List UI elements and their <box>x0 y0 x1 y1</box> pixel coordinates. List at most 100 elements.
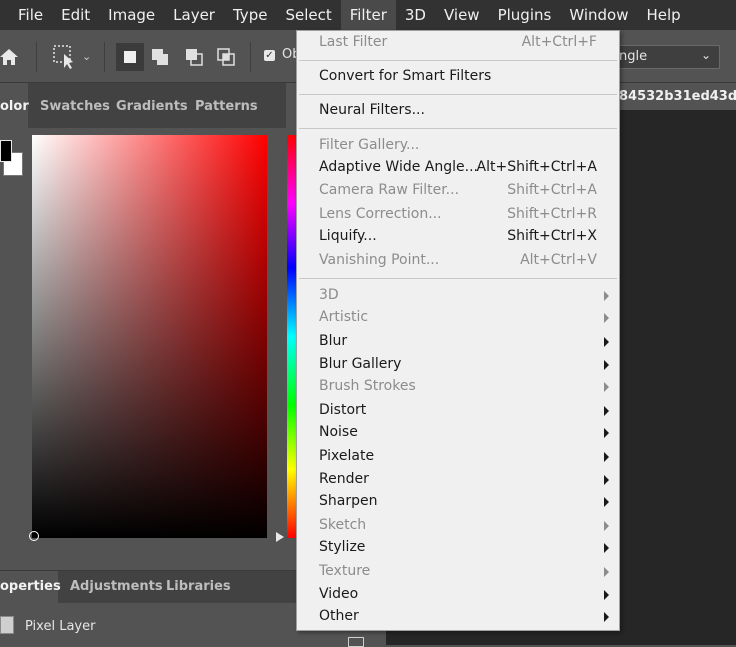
tab-properties-label: operties <box>0 579 61 594</box>
menu-edit[interactable]: Edit <box>52 0 99 30</box>
menu-item-liquify[interactable]: Liquify... Shift+Ctrl+X <box>297 226 619 248</box>
menu-window[interactable]: Window <box>560 0 637 30</box>
tab-libraries[interactable]: Libraries <box>166 571 231 604</box>
subtract-from-selection-button[interactable] <box>180 43 208 71</box>
submenu-arrow-icon <box>604 382 609 392</box>
tab-swatches-label: Swatches <box>40 99 110 114</box>
tab-patterns[interactable]: Patterns <box>195 83 258 128</box>
menu-plugins[interactable]: Plugins <box>489 0 561 30</box>
menu-item-label: 3D <box>319 287 339 303</box>
divider <box>36 42 37 72</box>
menu-item-last-filter: Last Filter Alt+Ctrl+F <box>297 32 619 54</box>
tab-color[interactable]: olor <box>0 83 29 128</box>
chevron-down-icon: ⌄ <box>700 48 711 62</box>
tab-patterns-label: Patterns <box>195 99 258 114</box>
menu-item-lens-correction: Lens Correction... Shift+Ctrl+R <box>297 204 619 226</box>
rectangular-marquee-icon[interactable] <box>52 44 78 70</box>
menu-item-neural-filters[interactable]: Neural Filters... <box>297 100 619 122</box>
tab-gradients[interactable]: Gradients <box>116 83 188 128</box>
menu-item-label: Neural Filters... <box>319 102 425 118</box>
menu-item-label: Pixelate <box>319 448 375 464</box>
divider <box>250 42 251 72</box>
tab-libraries-label: Libraries <box>166 579 231 594</box>
color-picker-field[interactable] <box>32 135 267 538</box>
menu-layer[interactable]: Layer <box>164 0 224 30</box>
color-panel <box>0 128 297 570</box>
menu-item-sketch: Sketch <box>297 515 619 537</box>
color-picker-handle[interactable] <box>29 531 39 541</box>
canvas-area[interactable] <box>619 110 736 645</box>
menu-item-noise[interactable]: Noise <box>297 422 619 444</box>
menu-3d[interactable]: 3D <box>396 0 435 30</box>
menu-item-label: Brush Strokes <box>319 378 416 394</box>
menu-item-label: Other <box>319 608 359 624</box>
layer-type-label: Pixel Layer <box>25 619 96 634</box>
menu-type[interactable]: Type <box>224 0 276 30</box>
menu-item-label: Lens Correction... <box>319 206 442 222</box>
menu-item-label: Video <box>319 586 359 602</box>
menu-item-label: Filter Gallery... <box>319 137 420 153</box>
menu-item-vanishing-point: Vanishing Point... Alt+Ctrl+V <box>297 250 619 272</box>
tab-properties[interactable]: operties <box>0 571 61 604</box>
menu-item-shortcut: Alt+Shift+Ctrl+A <box>476 159 597 175</box>
add-to-selection-icon <box>152 49 168 65</box>
document-tab[interactable]: 84532b31ed43d34 <box>619 83 736 110</box>
object-checkbox[interactable]: ✓ <box>264 50 275 61</box>
menu-help[interactable]: Help <box>637 0 689 30</box>
menu-item-shortcut: Shift+Ctrl+R <box>507 206 597 222</box>
menu-item-camera-raw-filter: Camera Raw Filter... Shift+Ctrl+A <box>297 180 619 202</box>
menu-item-label: Vanishing Point... <box>319 252 440 268</box>
menu-item-texture: Texture <box>297 561 619 583</box>
menu-item-label: Render <box>319 471 369 487</box>
menu-item-pixelate[interactable]: Pixelate <box>297 446 619 468</box>
submenu-arrow-icon <box>604 543 609 553</box>
tab-swatches[interactable]: Swatches <box>40 83 110 128</box>
menu-item-blur[interactable]: Blur <box>297 331 619 353</box>
subtract-selection-icon <box>186 49 203 66</box>
menu-select[interactable]: Select <box>276 0 340 30</box>
submenu-arrow-icon <box>604 360 609 370</box>
foreground-color-swatch[interactable] <box>0 140 12 162</box>
submenu-arrow-icon <box>604 567 609 577</box>
hue-slider-handle[interactable] <box>276 532 284 542</box>
add-to-selection-button[interactable] <box>146 43 174 71</box>
menu-separator <box>299 128 617 129</box>
tab-gradients-label: Gradients <box>116 99 188 114</box>
menu-item-sharpen[interactable]: Sharpen <box>297 491 619 513</box>
tab-color-label: olor <box>0 99 29 114</box>
home-icon[interactable] <box>0 46 22 68</box>
chevron-down-icon[interactable]: ⌄ <box>82 50 91 63</box>
menu-filter[interactable]: Filter <box>340 0 396 30</box>
submenu-arrow-icon <box>604 337 609 347</box>
menu-item-other[interactable]: Other <box>297 606 619 628</box>
new-selection-button[interactable] <box>116 43 144 71</box>
divider <box>104 42 105 72</box>
intersect-selection-button[interactable] <box>212 43 240 71</box>
menu-item-adaptive-wide-angle[interactable]: Adaptive Wide Angle... Alt+Shift+Ctrl+A <box>297 157 619 179</box>
menu-view[interactable]: View <box>435 0 489 30</box>
menu-item-label: Blur Gallery <box>319 356 402 372</box>
menu-item-convert-for-smart-filters[interactable]: Convert for Smart Filters <box>297 66 619 88</box>
color-panel-tabs: olor Swatches Gradients Patterns <box>0 83 286 129</box>
filter-menu: Last Filter Alt+Ctrl+F Convert for Smart F… <box>296 30 620 631</box>
intersect-selection-icon <box>217 48 235 66</box>
menu-separator <box>299 94 617 95</box>
menu-image[interactable]: Image <box>99 0 164 30</box>
menu-item-distort[interactable]: Distort <box>297 400 619 422</box>
menu-file[interactable]: File <box>0 0 52 30</box>
submenu-arrow-icon <box>604 521 609 531</box>
menu-item-label: Liquify... <box>319 228 377 244</box>
style-dropdown-value: ngle <box>619 49 648 64</box>
menu-item-stylize[interactable]: Stylize <box>297 537 619 559</box>
menu-item-label: Blur <box>319 333 348 349</box>
tab-adjustments[interactable]: Adjustments <box>70 571 163 604</box>
menu-item-3d: 3D <box>297 285 619 307</box>
canvas-area-strip <box>386 630 619 645</box>
menu-item-label: Artistic <box>319 309 369 325</box>
submenu-arrow-icon <box>604 590 609 600</box>
menu-item-render[interactable]: Render <box>297 469 619 491</box>
menu-item-blur-gallery[interactable]: Blur Gallery <box>297 354 619 376</box>
grid-icon[interactable] <box>348 637 364 647</box>
menu-item-video[interactable]: Video <box>297 584 619 606</box>
menu-item-label: Distort <box>319 402 367 418</box>
